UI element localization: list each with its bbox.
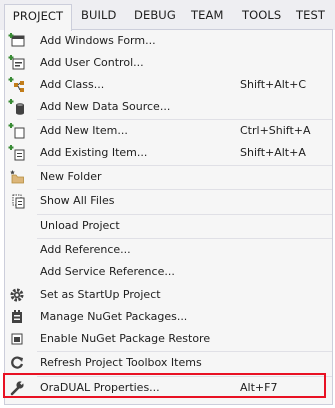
package-restore-icon xyxy=(8,330,26,348)
refresh-icon xyxy=(8,354,26,372)
data-source-icon xyxy=(8,98,26,116)
menu-item-add-reference[interactable]: Add Reference... xyxy=(5,239,332,261)
menu-debug[interactable]: DEBUG xyxy=(134,5,176,25)
menu-item-add-existing-item[interactable]: Add Existing Item... Shift+Alt+A xyxy=(5,142,332,164)
menu-item-add-new-item[interactable]: Add New Item... Ctrl+Shift+A xyxy=(5,120,332,142)
existing-item-icon xyxy=(8,144,26,162)
user-control-icon xyxy=(8,54,26,72)
menu-item-unload-project[interactable]: Unload Project xyxy=(5,215,332,237)
shortcut-label: Shift+Alt+A xyxy=(240,146,306,159)
menu-item-set-startup-project[interactable]: Set as StartUp Project xyxy=(5,284,332,306)
gear-icon xyxy=(8,286,26,304)
nuget-icon xyxy=(8,308,26,326)
show-all-files-icon xyxy=(8,192,26,210)
menu-item-add-windows-form[interactable]: Add Windows Form... xyxy=(5,30,332,52)
new-item-icon xyxy=(8,122,26,140)
menu-item-add-user-control[interactable]: Add User Control... xyxy=(5,52,332,74)
menu-bar: PROJECT BUILD DEBUG TEAM TOOLS TEST xyxy=(0,0,335,31)
menu-build[interactable]: BUILD xyxy=(81,5,116,25)
menu-item-manage-nuget-packages[interactable]: Manage NuGet Packages... xyxy=(5,306,332,328)
menu-item-add-class[interactable]: Add Class... Shift+Alt+C xyxy=(5,74,332,96)
menu-team[interactable]: TEAM xyxy=(191,5,223,25)
menu-item-add-new-data-source[interactable]: Add New Data Source... xyxy=(5,96,332,118)
project-dropdown-menu: Add Windows Form... Add User Control... … xyxy=(4,29,333,405)
add-class-icon xyxy=(8,76,26,94)
highlight-box xyxy=(3,373,326,398)
menu-item-show-all-files[interactable]: Show All Files xyxy=(5,190,332,212)
new-folder-icon xyxy=(8,168,26,186)
menu-item-new-folder[interactable]: New Folder xyxy=(5,166,332,188)
menu-item-refresh-toolbox-items[interactable]: Refresh Project Toolbox Items xyxy=(5,352,332,374)
windows-form-icon xyxy=(8,32,26,50)
menu-project[interactable]: PROJECT xyxy=(4,4,72,31)
menu-test[interactable]: TEST xyxy=(296,5,325,25)
shortcut-label: Ctrl+Shift+A xyxy=(240,124,311,137)
menu-tools[interactable]: TOOLS xyxy=(242,5,281,25)
menu-item-enable-nuget-restore[interactable]: Enable NuGet Package Restore xyxy=(5,328,332,350)
menu-item-add-service-reference[interactable]: Add Service Reference... xyxy=(5,261,332,283)
shortcut-label: Shift+Alt+C xyxy=(240,78,307,91)
